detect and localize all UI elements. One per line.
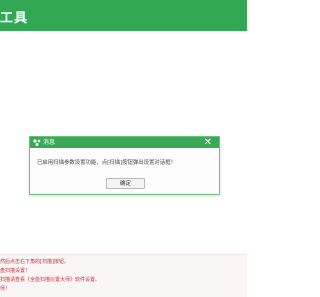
- footer-line: 师！: [0, 286, 11, 292]
- footer-line: 盘扫描设置！: [0, 268, 31, 274]
- message-dialog: 消息 ✕ 已启用扫描参数设置功能，点[扫描]按钮弹出设置对话框！ 确定: [29, 136, 220, 195]
- footer-line: 然后点击右下角的[扫描]按钮。: [0, 259, 69, 265]
- dialog-title: 消息: [43, 139, 56, 146]
- close-icon[interactable]: ✕: [204, 137, 212, 148]
- dialog-message: 已启用扫描参数设置功能，点[扫描]按钮弹出设置对话框！: [37, 160, 176, 166]
- app-title: 工具: [0, 11, 29, 26]
- dialog-titlebar: 消息 ✕: [30, 137, 219, 148]
- footer-notes: 然后点击右下角的[扫描]按钮。 盘扫描设置！ 扫描请查看《全能扫描仪置大师》软件…: [0, 254, 247, 297]
- app-header: 工具: [0, 0, 247, 31]
- footer-line: 扫描请查看《全能扫描仪置大师》软件设置。: [0, 277, 101, 283]
- refresh-icon: [33, 139, 41, 146]
- ok-button[interactable]: 确定: [106, 178, 145, 189]
